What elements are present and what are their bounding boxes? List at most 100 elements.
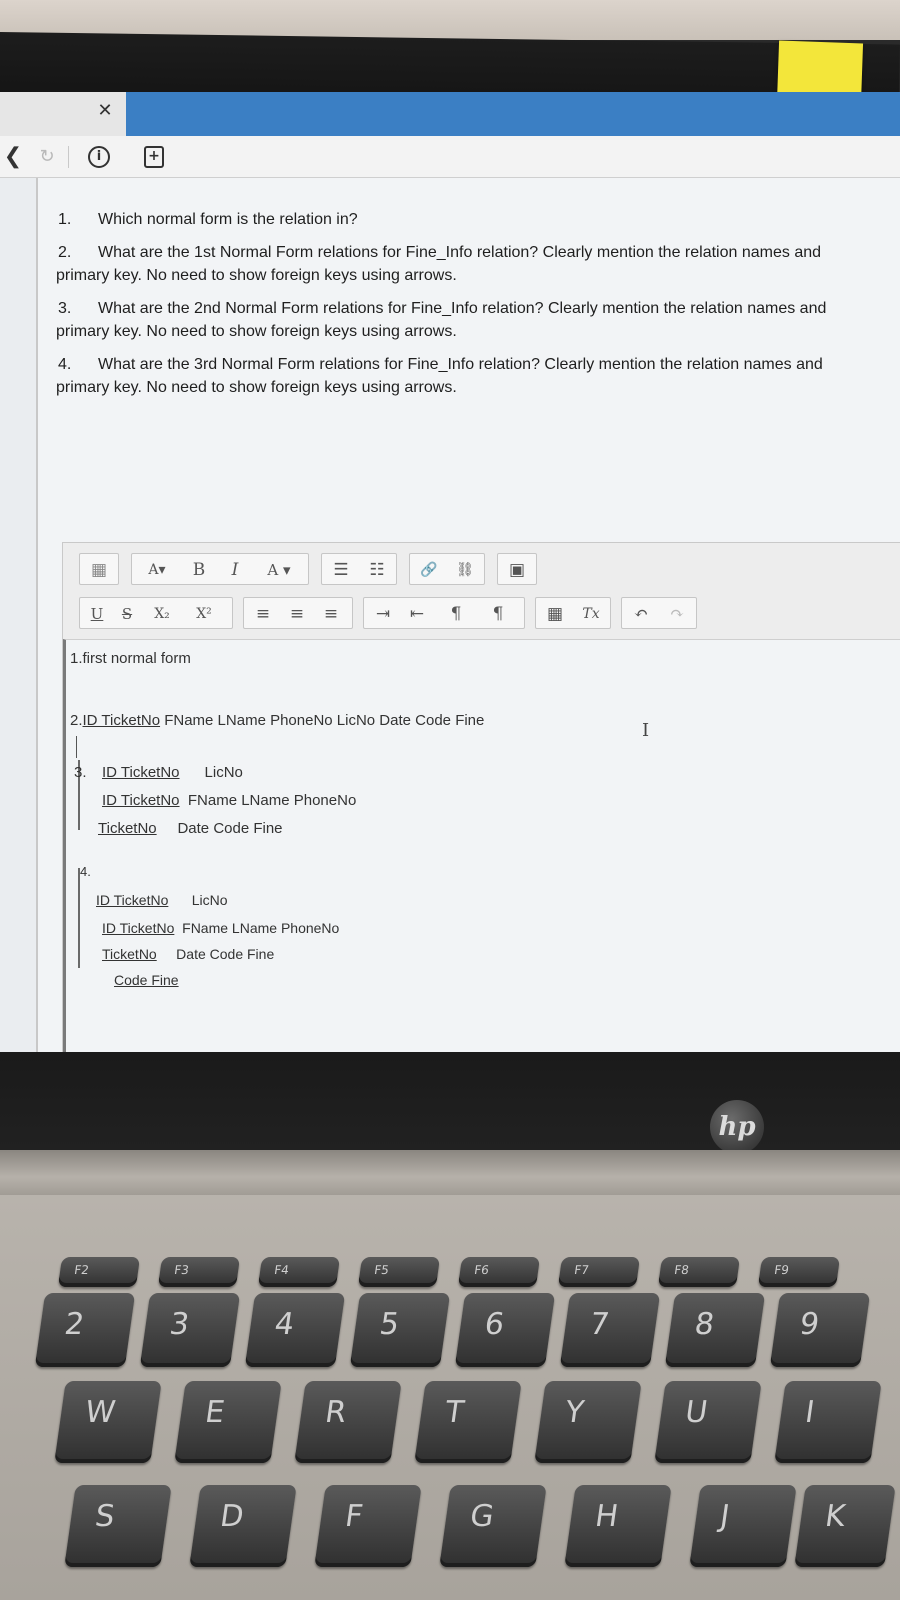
primary-key-text: Code Fine <box>114 972 179 988</box>
undo-icon[interactable]: ↶ <box>626 601 656 627</box>
toolbar-group-table: ▦ Tx <box>535 597 611 629</box>
key-2[interactable]: 2 <box>34 1293 136 1367</box>
question-text: What are the 2nd Normal Form relations f… <box>98 300 827 317</box>
source-icon[interactable]: ▦ <box>84 557 114 583</box>
question-number: 3. <box>58 300 72 317</box>
primary-key-text: ID TicketNo <box>102 764 180 781</box>
toolbar-group-align: ≡ ≡ ≡ <box>243 597 353 629</box>
image-icon[interactable]: ▣ <box>502 557 532 583</box>
key-y[interactable]: Y <box>534 1381 642 1463</box>
strikethrough-button[interactable]: S <box>114 601 140 627</box>
subscript-button[interactable]: X₂ <box>144 601 180 627</box>
key-5[interactable]: 5 <box>349 1293 451 1367</box>
editor-content-area[interactable]: 1.first normal form 2.ID TicketNo FName … <box>63 639 900 1052</box>
unlink-icon[interactable]: ⛓ <box>450 557 480 583</box>
primary-key-text: TicketNo <box>102 946 157 962</box>
key-f2[interactable]: F2 <box>57 1257 141 1287</box>
question-list: 1. Which normal form is the relation in? … <box>56 208 900 409</box>
question-number: 4. <box>58 356 72 373</box>
key-f3[interactable]: F3 <box>157 1257 241 1287</box>
question-text-continued: primary key. No need to show foreign key… <box>56 267 457 284</box>
key-f5[interactable]: F5 <box>357 1257 441 1287</box>
clear-format-icon[interactable]: Tx <box>576 601 606 627</box>
numbered-list-icon[interactable]: ☷ <box>362 557 392 583</box>
key-f6[interactable]: F6 <box>457 1257 541 1287</box>
section-border <box>78 868 80 968</box>
key-f[interactable]: F <box>314 1485 422 1567</box>
key-j[interactable]: J <box>689 1485 797 1567</box>
question-text-continued: primary key. No need to show foreign key… <box>56 323 457 340</box>
align-center-icon[interactable]: ≡ <box>282 601 312 627</box>
key-s[interactable]: S <box>64 1485 172 1567</box>
active-tab[interactable] <box>126 92 900 136</box>
attribute-text: LicNo <box>191 892 228 908</box>
outdent-icon[interactable]: ⇤ <box>402 601 432 627</box>
laptop-hinge <box>0 1150 900 1195</box>
link-icon[interactable]: 🔗 <box>414 557 444 583</box>
question-2: 2. What are the 1st Normal Form relations… <box>56 241 900 287</box>
key-w[interactable]: W <box>54 1381 162 1463</box>
primary-key-text: ID TicketNo <box>96 892 169 908</box>
key-f8[interactable]: F8 <box>657 1257 741 1287</box>
indent-icon[interactable]: ⇥ <box>368 601 398 627</box>
key-6[interactable]: 6 <box>454 1293 556 1367</box>
relation-row: TicketNo Date Code Fine <box>102 946 274 962</box>
key-3[interactable]: 3 <box>139 1293 241 1367</box>
superscript-button[interactable]: X² <box>184 601 224 627</box>
key-t[interactable]: T <box>414 1381 522 1463</box>
laptop-screen: ✕ ❮ ↻ i + 1. Which normal form is the rel… <box>0 92 900 1052</box>
bulleted-list-icon[interactable]: ☰ <box>326 557 356 583</box>
redo-icon[interactable]: ↷ <box>662 601 692 627</box>
toolbar-group-history: ↶ ↷ <box>621 597 697 629</box>
attribute-text: LicNo <box>204 764 243 781</box>
attribute-text: Date Code Fine <box>176 946 275 962</box>
bold-button[interactable]: B <box>184 557 214 583</box>
font-style-dropdown[interactable]: A▾ <box>136 557 178 583</box>
toolbar-group-source: ▦ <box>79 553 119 585</box>
key-g[interactable]: G <box>439 1485 547 1567</box>
close-tab-icon[interactable]: ✕ <box>94 100 116 122</box>
assignment-page: 1. Which normal form is the relation in? … <box>36 178 900 1052</box>
align-right-icon[interactable]: ≡ <box>316 601 346 627</box>
answer-line-1: 1.first normal form <box>70 650 191 667</box>
question-number: 1. <box>58 211 72 228</box>
key-9[interactable]: 9 <box>769 1293 871 1367</box>
underline-button[interactable]: U <box>84 601 110 627</box>
key-e[interactable]: E <box>174 1381 282 1463</box>
info-icon[interactable]: i <box>88 146 110 168</box>
key-d[interactable]: D <box>189 1485 297 1567</box>
key-i[interactable]: I <box>774 1381 882 1463</box>
key-k[interactable]: K <box>794 1485 896 1567</box>
reload-icon[interactable]: ↻ <box>36 145 58 169</box>
key-f4[interactable]: F4 <box>257 1257 341 1287</box>
key-r[interactable]: R <box>294 1381 402 1463</box>
relation-row: ID TicketNo FName LName PhoneNo <box>102 792 356 809</box>
rtl-paragraph-icon[interactable]: ¶ <box>480 601 516 627</box>
section-3-label: 3. <box>74 764 87 781</box>
key-h[interactable]: H <box>564 1485 672 1567</box>
relation-row: Code Fine <box>114 972 179 988</box>
question-1: 1. Which normal form is the relation in? <box>56 208 900 231</box>
relation-row: ID TicketNo FName LName PhoneNo <box>102 920 339 936</box>
question-text: Which normal form is the relation in? <box>98 211 358 228</box>
add-page-icon[interactable]: + <box>144 146 164 168</box>
keyboard: F2 F3 F4 F5 F6 F7 F8 F9 2 3 4 5 6 7 8 9 … <box>0 1195 900 1600</box>
question-text: What are the 3rd Normal Form relations f… <box>98 356 823 373</box>
key-f9[interactable]: F9 <box>757 1257 841 1287</box>
align-left-icon[interactable]: ≡ <box>248 601 278 627</box>
relation-row: ID TicketNo LicNo <box>102 764 243 781</box>
font-color-dropdown[interactable]: A ▾ <box>256 557 302 583</box>
key-8[interactable]: 8 <box>664 1293 766 1367</box>
italic-button[interactable]: I <box>220 557 250 583</box>
key-4[interactable]: 4 <box>244 1293 346 1367</box>
attribute-text: FName LName PhoneNo LicNo Date Code Fine <box>160 712 485 729</box>
back-icon[interactable]: ❮ <box>2 145 24 169</box>
key-u[interactable]: U <box>654 1381 762 1463</box>
section-4-label: 4. <box>80 864 91 879</box>
key-f7[interactable]: F7 <box>557 1257 641 1287</box>
question-text: What are the 1st Normal Form relations f… <box>98 244 822 261</box>
toolbar-group-text: A▾ B I A ▾ <box>131 553 309 585</box>
key-7[interactable]: 7 <box>559 1293 661 1367</box>
table-icon[interactable]: ▦ <box>540 601 570 627</box>
ltr-paragraph-icon[interactable]: ¶ <box>438 601 474 627</box>
